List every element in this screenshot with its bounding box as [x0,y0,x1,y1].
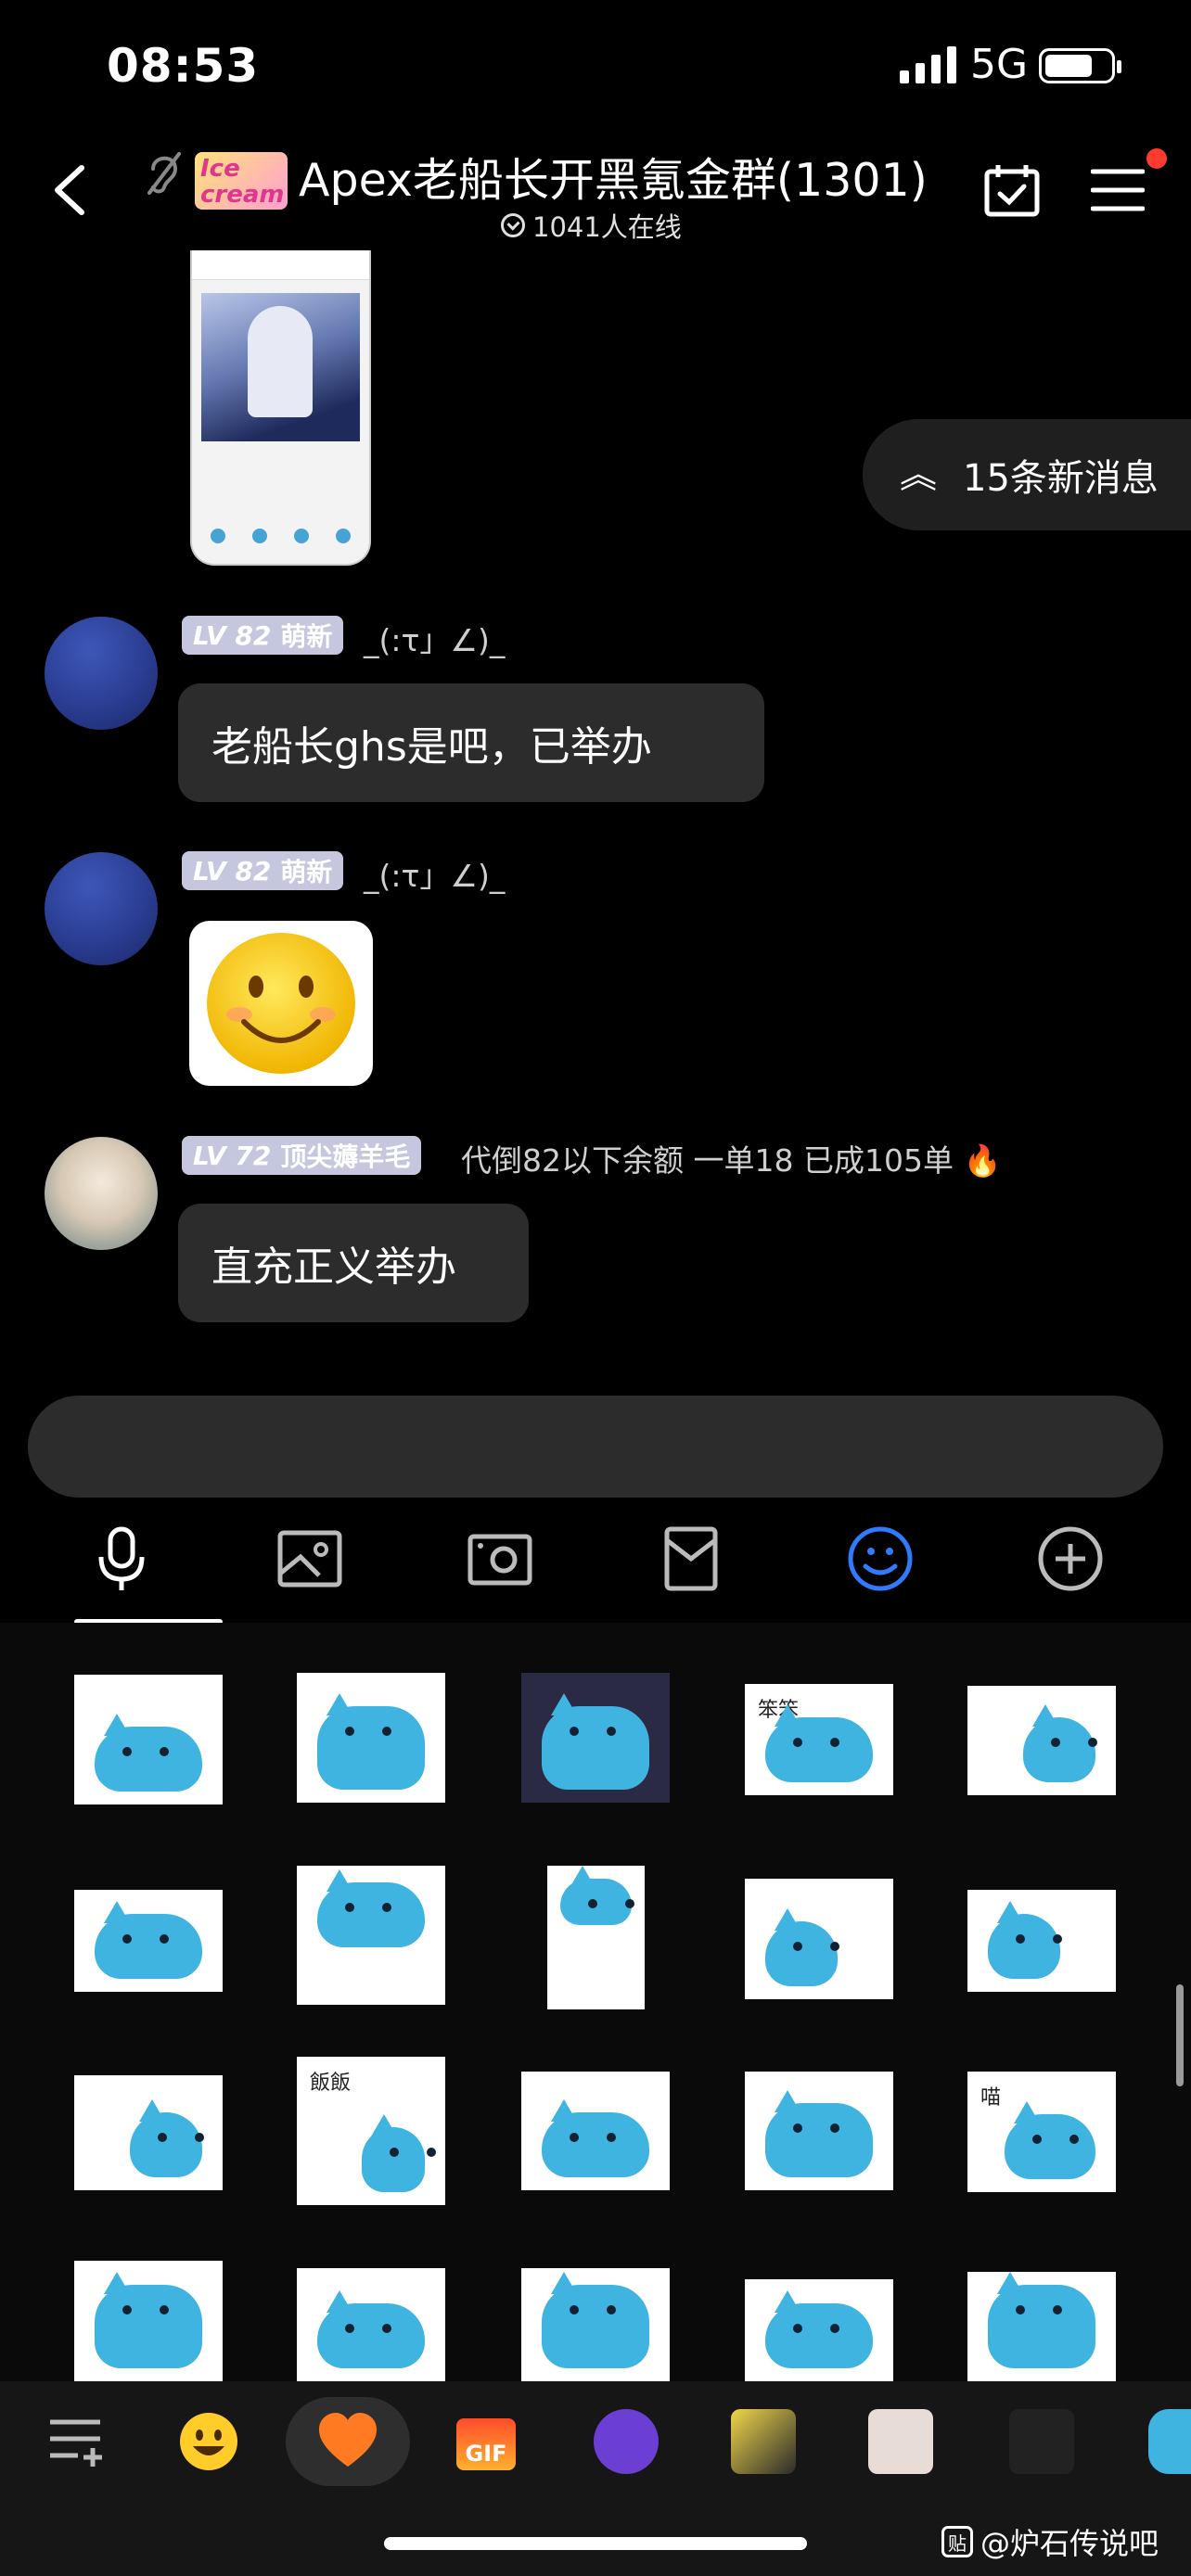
sticker[interactable] [521,2072,670,2190]
sticker[interactable] [297,1866,445,2005]
avatar[interactable] [45,1137,158,1250]
group-logo: Ice cream [195,152,288,210]
avatar[interactable] [45,852,158,965]
battery-icon [1039,48,1121,83]
message-bubble[interactable]: 直充正义举办 [178,1204,529,1322]
online-count[interactable]: 1041人在线 [501,206,682,245]
sticker[interactable] [521,2268,670,2381]
sticker[interactable] [297,2268,445,2381]
plus-icon[interactable] [1037,1525,1104,1592]
sticker[interactable] [967,1686,1116,1795]
sticker-pack-yellow[interactable] [731,2409,796,2474]
double-chevron-up-icon: ︽ [900,453,937,496]
sticker[interactable] [967,2272,1116,2381]
level-badge: LV 72 顶尖薅羊毛 [182,1136,422,1175]
sticker-pack-purple[interactable] [594,2409,659,2474]
level-badge: LV 82 萌新 [182,851,344,890]
sticker[interactable] [547,1866,645,2009]
avatar[interactable] [45,617,158,730]
online-count-label: 1041人在线 [532,211,682,243]
tieba-icon: 贴 [941,2526,973,2557]
level-badge: LV 82 萌新 [182,616,344,655]
sticker[interactable]: 飯飯 [297,2057,445,2205]
heart-icon[interactable] [315,2409,380,2474]
image-icon[interactable] [276,1525,343,1592]
message-input[interactable] [28,1396,1163,1498]
menu-icon[interactable] [1091,167,1145,213]
sticker[interactable] [521,1673,670,1803]
home-indicator[interactable] [384,2537,807,2550]
sender-nickname[interactable]: _(:τ」∠)_ [364,851,505,896]
sender-nickname[interactable]: _(:τ」∠)_ [364,616,505,660]
microphone-icon[interactable] [88,1525,155,1592]
smiley-sticker[interactable] [189,921,373,1086]
sticker-panel: 笨笨 飯飯 喵 [0,1623,1191,2381]
sticker-pack-dark[interactable] [1009,2409,1074,2474]
sticker[interactable] [74,2261,223,2381]
sticker[interactable] [74,2075,223,2190]
sticker[interactable] [74,1890,223,1992]
emoji-face-icon[interactable] [176,2409,241,2474]
sticker-pack-girl[interactable] [868,2409,933,2474]
gif-pack[interactable]: GIF [456,2418,516,2470]
calendar-check-icon[interactable] [983,162,1041,220]
chat-title[interactable]: Apex老船长开黑氪金群(1301) [299,144,928,210]
watermark-text: @炉石传说吧 [980,2526,1159,2561]
emoji-icon[interactable] [847,1525,914,1592]
back-chevron-icon[interactable] [46,162,93,218]
sticker[interactable] [745,2072,893,2190]
network-label: 5G [970,41,1029,88]
ear-icon [147,152,181,195]
sticker[interactable] [74,1675,223,1804]
watermark: 贴 @炉石传说吧 [941,2520,1159,2563]
status-time: 08:53 [107,39,260,93]
sticker[interactable]: 笨笨 [745,1684,893,1795]
manage-list-icon[interactable] [45,2409,109,2474]
camera-icon[interactable] [467,1525,533,1592]
message-bubble[interactable]: 老船长ghs是吧，已举办 [178,683,764,802]
new-messages-button[interactable]: ︽ 15条新消息 [863,419,1191,530]
sticker-pack-cat[interactable] [1148,2409,1191,2474]
sticker[interactable] [297,1673,445,1803]
sticker-scrollbar[interactable] [1176,1984,1184,2086]
red-packet-icon[interactable] [658,1525,724,1592]
signal-icon [900,46,956,83]
notification-dot [1146,148,1167,169]
sticker[interactable] [745,1879,893,1999]
chevron-circle-icon [501,213,525,237]
sticker[interactable] [745,2279,893,2381]
sticker[interactable] [967,1890,1116,1992]
sender-nickname[interactable]: 代倒82以下余额 一单18 已成105单 🔥 [461,1136,1002,1180]
smiley-face-icon [207,933,355,1074]
sticker[interactable]: 喵 [967,2072,1116,2192]
shared-screenshot-image[interactable] [190,250,371,566]
new-messages-label: 15条新消息 [963,457,1159,500]
